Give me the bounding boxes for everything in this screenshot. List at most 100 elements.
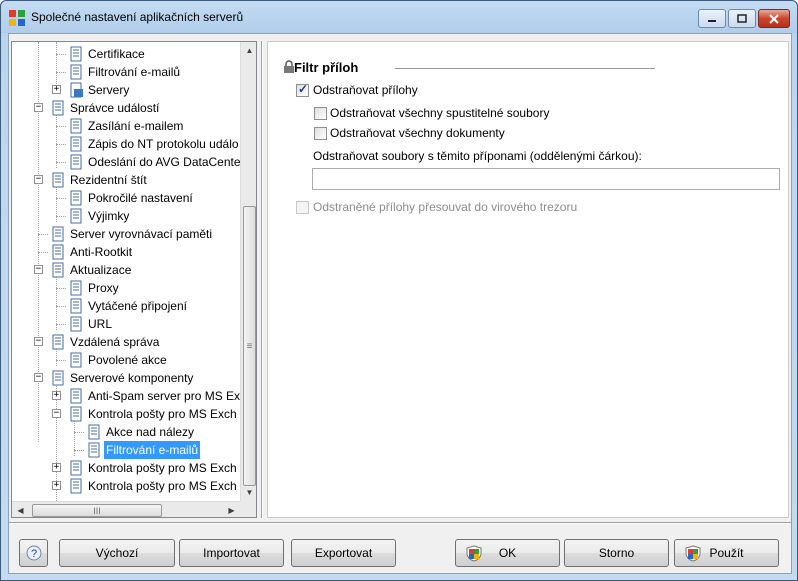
page-icon — [68, 118, 84, 134]
scroll-right-icon[interactable]: ▶ — [223, 502, 240, 517]
extensions-input[interactable] — [312, 168, 780, 190]
shield-icon — [466, 545, 482, 562]
page-icon — [50, 244, 66, 260]
remove-attachments-label: Odstraňovat přílohy — [313, 83, 418, 97]
cancel-button[interactable]: Storno — [564, 539, 669, 567]
tree-item-label: Anti-Spam server pro MS Ex — [88, 389, 241, 403]
avg-app-icon — [9, 10, 25, 26]
page-icon — [68, 388, 84, 404]
tree-item-label: Kontrola pošty pro MS Exch — [88, 479, 237, 493]
collapse-icon[interactable]: − — [34, 265, 43, 274]
servers-icon — [68, 82, 84, 98]
scroll-down-icon[interactable]: ▼ — [241, 484, 256, 501]
collapse-icon[interactable]: − — [34, 103, 43, 112]
tree-item-label: Zápis do NT protokolu událo — [88, 137, 239, 151]
app-window: Společné nastavení aplikačních serverů C — [0, 0, 798, 581]
tree-item-label: Akce nad nálezy — [106, 425, 195, 439]
tree-item-label: Servery — [88, 83, 130, 97]
page-icon — [86, 442, 102, 458]
close-button[interactable] — [758, 9, 790, 28]
default-button[interactable]: Výchozí — [59, 539, 175, 567]
move-to-vault-checkbox[interactable] — [296, 201, 309, 214]
tree-item-label: Certifikace — [88, 47, 145, 61]
remove-documents-checkbox[interactable] — [314, 127, 327, 140]
tree-item-label: Filtrování e-mailů — [88, 65, 181, 79]
window-title: Společné nastavení aplikačních serverů — [31, 10, 244, 24]
page-icon — [68, 406, 84, 422]
scroll-up-icon[interactable]: ▲ — [241, 42, 256, 59]
page-icon — [86, 424, 102, 440]
export-button[interactable]: Exportovat — [291, 539, 396, 567]
page-icon — [50, 100, 66, 116]
extensions-label: Odstraňovat soubory s těmito příponami (… — [313, 149, 642, 163]
page-icon — [68, 352, 84, 368]
svg-text:?: ? — [30, 548, 36, 560]
remove-executables-checkbox[interactable] — [314, 107, 327, 120]
group-divider — [395, 68, 655, 69]
ok-button[interactable]: OK — [455, 539, 560, 567]
tree-item-label: URL — [88, 317, 113, 331]
tree-item-label: Aktualizace — [70, 263, 132, 277]
tree-item-label: Server vyrovnávací paměti — [70, 227, 213, 241]
tree-item-label: Kontrola pošty pro MS Exch — [88, 461, 237, 475]
page-icon — [50, 262, 66, 278]
expand-icon[interactable]: + — [52, 85, 61, 94]
move-to-vault-label: Odstraněné přílohy přesouvat do virového… — [313, 200, 578, 214]
page-icon — [68, 460, 84, 476]
collapse-icon[interactable]: − — [34, 175, 43, 184]
maximize-button[interactable] — [728, 9, 756, 28]
ok-label: OK — [498, 546, 517, 560]
tree-item-label: Kontrola pošty pro MS Exch — [88, 407, 237, 421]
expand-icon[interactable]: + — [52, 391, 61, 400]
scroll-corner — [240, 501, 256, 517]
page-icon — [68, 478, 84, 494]
expand-icon[interactable]: + — [52, 481, 61, 490]
settings-tree[interactable]: Certifikace Filtrování e-mailů + Servery… — [11, 41, 257, 518]
remove-executables-label: Odstraňovat všechny spustitelné soubory — [330, 106, 550, 120]
import-button[interactable]: Importovat — [179, 539, 284, 567]
footer-divider — [9, 522, 791, 524]
tree-item-label: Anti-Rootkit — [70, 245, 133, 259]
scroll-thumb-horizontal[interactable]: III — [32, 504, 162, 517]
page-icon — [50, 370, 66, 386]
scroll-thumb-vertical[interactable]: ≡ — [243, 206, 256, 486]
page-icon — [68, 316, 84, 332]
collapse-icon[interactable]: − — [34, 373, 43, 382]
minimize-button[interactable] — [698, 9, 726, 28]
tree-vertical-scrollbar[interactable]: ▲ ≡ ▼ — [240, 42, 256, 501]
group-title: Filtr příloh — [294, 60, 359, 75]
scroll-left-icon[interactable]: ◀ — [12, 502, 29, 517]
pane-splitter[interactable] — [261, 41, 263, 518]
page-icon — [50, 226, 66, 242]
collapse-icon[interactable]: − — [52, 409, 61, 418]
tree-item-label: Výjimky — [88, 209, 130, 223]
tree-horizontal-scrollbar[interactable]: ◀ III ▶ — [12, 501, 240, 517]
apply-label: Použít — [709, 546, 744, 560]
tree-item-label: Rezidentní štít — [70, 173, 147, 187]
tree-item-label: Vzdálená správa — [70, 335, 160, 349]
page-icon — [68, 64, 84, 80]
maximize-icon — [737, 14, 747, 23]
dialog-client-area: Certifikace Filtrování e-mailů + Servery… — [8, 33, 792, 574]
help-icon: ? — [26, 545, 41, 561]
tree-item-label: Pokročilé nastavení — [88, 191, 193, 205]
minimize-icon — [708, 19, 716, 22]
tree-item-label: Povolené akce — [88, 353, 167, 367]
page-icon — [68, 298, 84, 314]
collapse-icon[interactable]: − — [34, 337, 43, 346]
shield-icon — [685, 545, 701, 562]
page-icon — [68, 190, 84, 206]
remove-attachments-checkbox[interactable] — [296, 82, 309, 97]
tree-item-label: Serverové komponenty — [70, 371, 194, 385]
help-button[interactable]: ? — [19, 539, 48, 567]
title-bar: Společné nastavení aplikačních serverů — [1, 1, 797, 33]
tree-item-label: Proxy — [88, 281, 119, 295]
tree-item-label: Vytáčené připojení — [88, 299, 187, 313]
tree-item-label: Filtrování e-mailů — [104, 441, 201, 459]
settings-panel: Filtr příloh Odstraňovat přílohy Odstraň… — [267, 41, 789, 518]
expand-icon[interactable]: + — [52, 463, 61, 472]
apply-button[interactable]: Použít — [674, 539, 779, 567]
page-icon — [68, 46, 84, 62]
page-icon — [50, 334, 66, 350]
page-icon — [50, 172, 66, 188]
